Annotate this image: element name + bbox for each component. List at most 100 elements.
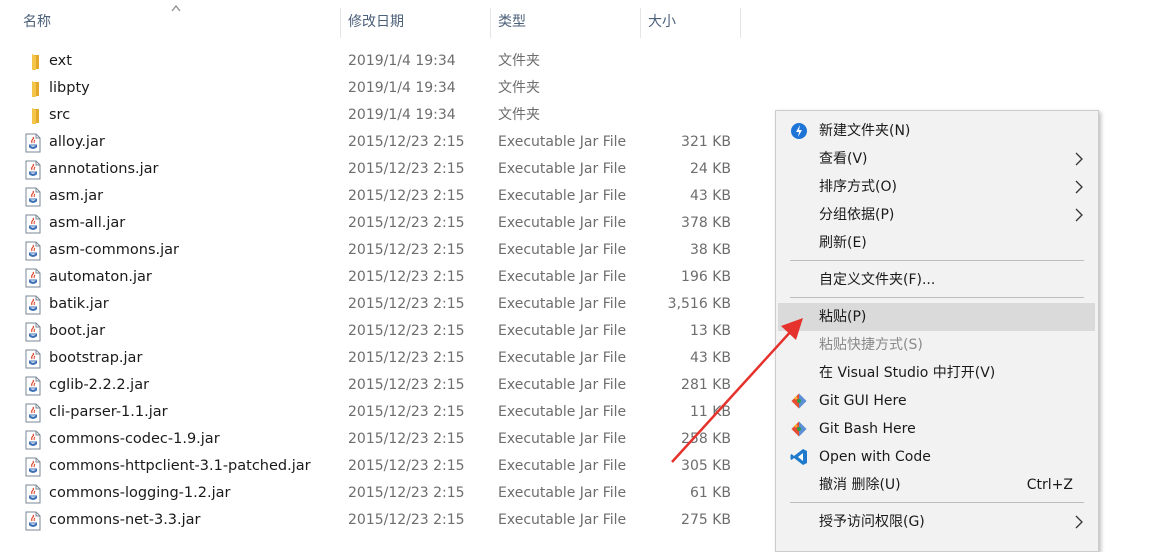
jar-file-icon [23, 511, 43, 531]
menu-item-label: 粘贴快捷方式(S) [819, 337, 923, 353]
column-size-header[interactable]: 大小 [648, 0, 676, 44]
file-date: 2015/12/23 2:15 [348, 404, 465, 420]
menu-item[interactable]: 分组依据(P) [778, 201, 1095, 229]
menu-item[interactable]: 刷新(E) [778, 229, 1095, 257]
menu-item[interactable]: Open with Code [778, 443, 1095, 471]
file-name: bootstrap.jar [49, 350, 143, 366]
jar-file-icon [23, 133, 43, 153]
file-date: 2015/12/23 2:15 [348, 215, 465, 231]
column-divider[interactable] [740, 8, 741, 38]
file-name: cli-parser-1.1.jar [49, 404, 168, 420]
file-date: 2019/1/4 19:34 [348, 80, 456, 96]
file-date: 2015/12/23 2:15 [348, 134, 465, 150]
column-type-header[interactable]: 类型 [498, 0, 526, 44]
menu-item[interactable]: 撤消 删除(U) Ctrl+Z [778, 471, 1095, 499]
menu-item-label: 自定义文件夹(F)... [819, 272, 936, 288]
menu-item-label: 在 Visual Studio 中打开(V) [819, 365, 996, 381]
file-size: 24 KB [689, 161, 731, 177]
file-date: 2015/12/23 2:15 [348, 458, 465, 474]
menu-separator [790, 502, 1084, 503]
chevron-right-icon [1075, 515, 1083, 529]
column-date-header[interactable]: 修改日期 [348, 0, 404, 44]
jar-file-icon [23, 349, 43, 369]
context-menu: 新建文件夹(N) 查看(V) 排序方式(O) 分组依据(P) 刷新(E) 自定义文件夹(F… [775, 110, 1099, 552]
file-name: batik.jar [49, 296, 109, 312]
file-name: src [49, 107, 71, 123]
jar-file-icon [23, 214, 43, 234]
file-row[interactable]: bootstrap.jar 2015/12/23 2:15 Executable J… [0, 345, 741, 372]
menu-item-label: 分组依据(P) [819, 207, 895, 223]
file-name: annotations.jar [49, 161, 159, 177]
annotation-arrow [671, 318, 803, 463]
folder-icon [23, 52, 43, 72]
file-size: 61 KB [689, 485, 731, 501]
menu-item[interactable]: 查看(V) [778, 145, 1095, 173]
file-row[interactable]: alloy.jar 2015/12/23 2:15 Executable Jar F… [0, 129, 741, 156]
menu-item-shortcut: Ctrl+Z [1026, 477, 1073, 493]
column-divider[interactable] [640, 8, 641, 38]
menu-item[interactable]: 在 Visual Studio 中打开(V) [778, 359, 1095, 387]
file-name: ext [49, 53, 72, 69]
menu-item-label: Git Bash Here [819, 421, 916, 437]
file-row[interactable]: commons-codec-1.9.jar 2015/12/23 2:15 Exec… [0, 426, 741, 453]
file-date: 2015/12/23 2:15 [348, 161, 465, 177]
file-name: cglib-2.2.2.jar [49, 377, 150, 393]
menu-item[interactable]: Git GUI Here [778, 387, 1095, 415]
file-size: 196 KB [681, 269, 731, 285]
file-row[interactable]: ext 2019/1/4 19:34 文件夹 [0, 48, 741, 75]
jar-file-icon [23, 160, 43, 180]
file-size: 38 KB [689, 242, 731, 258]
file-row[interactable]: commons-logging-1.2.jar 2015/12/23 2:15 Ex… [0, 480, 741, 507]
file-row[interactable]: automaton.jar 2015/12/23 2:15 Executable J… [0, 264, 741, 291]
file-row[interactable]: cli-parser-1.1.jar 2015/12/23 2:15 Executa… [0, 399, 741, 426]
menu-item-label: 查看(V) [819, 151, 868, 167]
file-row[interactable]: annotations.jar 2015/12/23 2:15 Executable… [0, 156, 741, 183]
file-row[interactable]: asm-commons.jar 2015/12/23 2:15 Executable… [0, 237, 741, 264]
new-folder-icon [790, 122, 808, 140]
menu-item-label: 粘贴(P) [819, 309, 867, 325]
folder-icon [23, 79, 43, 99]
file-row[interactable]: libpty 2019/1/4 19:34 文件夹 [0, 75, 741, 102]
menu-item[interactable]: Git Bash Here [778, 415, 1095, 443]
jar-file-icon [23, 187, 43, 207]
sort-ascending-icon [171, 5, 181, 12]
column-divider[interactable] [340, 8, 341, 38]
file-date: 2019/1/4 19:34 [348, 107, 456, 123]
jar-file-icon [23, 484, 43, 504]
jar-file-icon [23, 403, 43, 423]
file-size: 321 KB [681, 134, 731, 150]
column-name-header[interactable]: 名称 [23, 0, 51, 44]
file-name: asm-commons.jar [49, 242, 179, 258]
file-row[interactable]: commons-httpclient-3.1-patched.jar 2015/1… [0, 453, 741, 480]
menu-item[interactable]: 粘贴(P) [778, 303, 1095, 331]
menu-separator [790, 297, 1084, 298]
file-row[interactable]: commons-net-3.3.jar 2015/12/23 2:15 Execut… [0, 507, 741, 534]
file-row[interactable]: asm-all.jar 2015/12/23 2:15 Executable Jar… [0, 210, 741, 237]
file-date: 2015/12/23 2:15 [348, 485, 465, 501]
menu-item[interactable]: 自定义文件夹(F)... [778, 266, 1095, 294]
file-name: commons-net-3.3.jar [49, 512, 201, 528]
file-date: 2015/12/23 2:15 [348, 512, 465, 528]
file-size: 43 KB [689, 188, 731, 204]
file-row[interactable]: batik.jar 2015/12/23 2:15 Executable Jar F… [0, 291, 741, 318]
jar-file-icon [23, 457, 43, 477]
menu-item-label: 撤消 删除(U) [819, 477, 901, 493]
file-row[interactable]: asm.jar 2015/12/23 2:15 Executable Jar Fil… [0, 183, 741, 210]
file-name: automaton.jar [49, 269, 152, 285]
file-row[interactable]: boot.jar 2015/12/23 2:15 Executable Jar Fi… [0, 318, 741, 345]
file-date: 2015/12/23 2:15 [348, 188, 465, 204]
menu-item[interactable]: 新建文件夹(N) [778, 117, 1095, 145]
chevron-right-icon [1075, 180, 1083, 194]
file-date: 2015/12/23 2:15 [348, 269, 465, 285]
menu-item-label: Open with Code [819, 449, 931, 465]
column-divider[interactable] [490, 8, 491, 38]
file-row[interactable]: src 2019/1/4 19:34 文件夹 [0, 102, 741, 129]
file-name: commons-codec-1.9.jar [49, 431, 220, 447]
file-name: libpty [49, 80, 90, 96]
file-name: asm-all.jar [49, 215, 126, 231]
file-name: asm.jar [49, 188, 104, 204]
file-name: commons-httpclient-3.1-patched.jar [49, 458, 311, 474]
menu-item[interactable]: 排序方式(O) [778, 173, 1095, 201]
file-row[interactable]: cglib-2.2.2.jar 2015/12/23 2:15 Executable… [0, 372, 741, 399]
menu-item-label: 新建文件夹(N) [819, 123, 911, 139]
